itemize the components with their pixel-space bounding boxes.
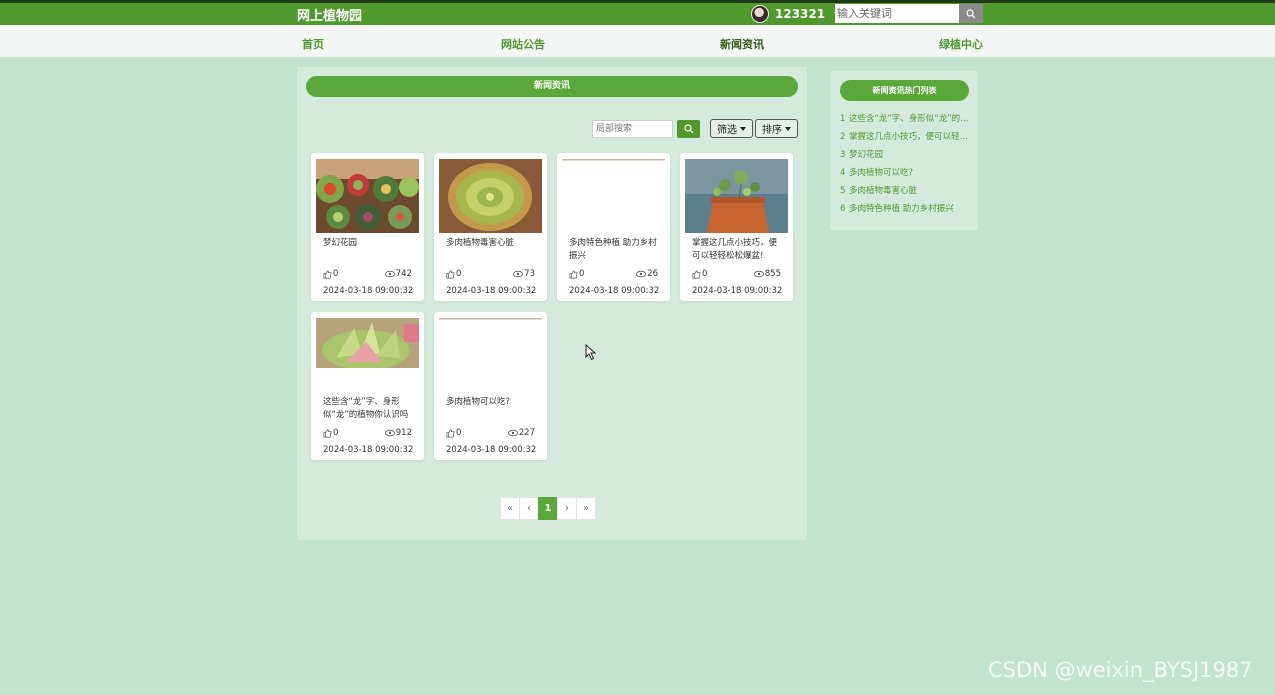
hot-news-item[interactable]: 1这些含“龙”字、身形似“龙”的植物你认识吗 bbox=[840, 113, 972, 131]
news-title[interactable]: 多肉植物可以吃? bbox=[446, 396, 538, 409]
eye-icon bbox=[513, 270, 524, 278]
avatar[interactable] bbox=[751, 5, 769, 23]
last-page-button[interactable]: » bbox=[576, 497, 596, 520]
hot-news-item[interactable]: 5 多肉植物毒害心脏 bbox=[840, 185, 972, 203]
news-date: 2024-03-18 09:00:32 bbox=[446, 445, 537, 455]
thumbs-up-icon bbox=[692, 270, 701, 278]
eye-icon bbox=[636, 270, 647, 278]
news-title[interactable]: 多肉特色种植 助力乡村振兴 bbox=[569, 237, 661, 263]
news-title[interactable]: 多肉植物毒害心脏 bbox=[446, 237, 538, 250]
eye-icon bbox=[507, 429, 518, 437]
view-count: 26 bbox=[636, 269, 658, 279]
news-card[interactable]: 掌握这几点小技巧，便可以轻轻松松爆盆! 0 855 2024-03-18 09:… bbox=[680, 153, 793, 301]
hot-news-list: 1这些含“龙”字、身形似“龙”的植物你认识吗 2掌握这几点小技巧，便可以轻轻松松… bbox=[840, 113, 972, 221]
search-icon bbox=[683, 124, 693, 134]
first-page-button[interactable]: « bbox=[500, 497, 520, 520]
eye-icon bbox=[384, 270, 395, 278]
pagination: « ‹ 1 › » bbox=[500, 497, 596, 520]
prev-page-button[interactable]: ‹ bbox=[519, 497, 539, 520]
mouse-cursor-icon bbox=[585, 344, 597, 361]
view-count: 73 bbox=[513, 269, 535, 279]
chevron-down-icon bbox=[785, 126, 791, 131]
like-count[interactable]: 0 bbox=[446, 269, 461, 279]
page-1-button[interactable]: 1 bbox=[538, 497, 558, 520]
view-count: 742 bbox=[384, 269, 412, 279]
hot-news-sidebar: 新闻资讯热门列表 1这些含“龙”字、身形似“龙”的植物你认识吗 2掌握这几点小技… bbox=[830, 71, 978, 230]
thumbs-up-icon bbox=[446, 270, 455, 278]
hot-news-item[interactable]: 3 梦幻花园 bbox=[840, 149, 972, 167]
eye-icon bbox=[384, 429, 395, 437]
filter-label: 筛选 bbox=[717, 125, 737, 136]
hot-news-item[interactable]: 2掌握这几点小技巧，便可以轻轻松松爆盆! bbox=[840, 131, 972, 149]
news-thumbnail[interactable] bbox=[439, 159, 542, 233]
news-card[interactable]: 多肉植物可以吃? 0 227 2024-03-18 09:00:32 bbox=[434, 312, 547, 460]
news-card[interactable]: 多肉植物毒害心脏 0 73 2024-03-18 09:00:32 bbox=[434, 153, 547, 301]
news-thumbnail[interactable] bbox=[685, 159, 788, 233]
search-button[interactable] bbox=[959, 4, 983, 23]
nav-plants[interactable]: 绿植中心 bbox=[939, 36, 983, 52]
view-count: 855 bbox=[753, 269, 781, 279]
news-title[interactable]: 梦幻花园 bbox=[323, 237, 415, 250]
news-title[interactable]: 掌握这几点小技巧，便可以轻轻松松爆盆! bbox=[692, 237, 784, 263]
sort-dropdown[interactable]: 排序 bbox=[755, 119, 798, 138]
like-count[interactable]: 0 bbox=[323, 428, 338, 438]
like-count[interactable]: 0 bbox=[692, 269, 707, 279]
news-thumbnail[interactable] bbox=[316, 318, 419, 392]
news-thumbnail[interactable] bbox=[562, 159, 665, 233]
sort-label: 排序 bbox=[762, 125, 782, 136]
eye-icon bbox=[753, 270, 764, 278]
news-title[interactable]: 这些含“龙”字、身形似“龙”的植物你认识吗 bbox=[323, 396, 415, 422]
news-thumbnail[interactable] bbox=[316, 159, 419, 233]
hot-news-item[interactable]: 4 多肉植物可以吃? bbox=[840, 167, 972, 185]
user-menu[interactable]: 123321 bbox=[751, 4, 841, 24]
thumbs-up-icon bbox=[323, 429, 332, 437]
section-title: 新闻资讯 bbox=[306, 76, 798, 97]
hot-news-item[interactable]: 6 多肉特色种植 助力乡村振兴 bbox=[840, 203, 972, 221]
news-panel: 新闻资讯 筛选 排序 梦幻花园 0 bbox=[297, 67, 807, 540]
chevron-down-icon bbox=[740, 126, 746, 131]
site-title[interactable]: 网上植物园 bbox=[297, 5, 362, 24]
news-card[interactable]: 梦幻花园 0 742 2024-03-18 09:00:32 bbox=[311, 153, 424, 301]
top-bar: 网上植物园 123321 bbox=[0, 0, 1275, 25]
news-date: 2024-03-18 09:00:32 bbox=[692, 286, 783, 296]
news-date: 2024-03-18 09:00:32 bbox=[323, 445, 414, 455]
next-page-button[interactable]: › bbox=[557, 497, 577, 520]
thumbs-up-icon bbox=[323, 270, 332, 278]
username[interactable]: 123321 bbox=[775, 7, 825, 21]
thumbs-up-icon bbox=[446, 429, 455, 437]
news-date: 2024-03-18 09:00:32 bbox=[323, 286, 414, 296]
news-card[interactable]: 这些含“龙”字、身形似“龙”的植物你认识吗 0 912 2024-03-18 0… bbox=[311, 312, 424, 460]
local-search-input[interactable] bbox=[592, 120, 673, 138]
nav-announcements[interactable]: 网站公告 bbox=[501, 36, 545, 52]
thumbs-up-icon bbox=[569, 270, 578, 278]
local-search-button[interactable] bbox=[677, 120, 700, 138]
like-count[interactable]: 0 bbox=[446, 428, 461, 438]
nav-news[interactable]: 新闻资讯 bbox=[720, 36, 764, 52]
search-icon bbox=[966, 8, 976, 18]
view-count: 227 bbox=[507, 428, 535, 438]
search-input[interactable] bbox=[835, 4, 959, 23]
news-date: 2024-03-18 09:00:32 bbox=[569, 286, 660, 296]
watermark: CSDN @weixin_BYSJ1987 bbox=[988, 658, 1253, 682]
view-count: 912 bbox=[384, 428, 412, 438]
filter-dropdown[interactable]: 筛选 bbox=[710, 119, 753, 138]
like-count[interactable]: 0 bbox=[569, 269, 584, 279]
like-count[interactable]: 0 bbox=[323, 269, 338, 279]
sidebar-title: 新闻资讯热门列表 bbox=[840, 80, 969, 101]
news-thumbnail[interactable] bbox=[439, 318, 542, 392]
news-card[interactable]: 多肉特色种植 助力乡村振兴 0 26 2024-03-18 09:00:32 bbox=[557, 153, 670, 301]
main-nav: 首页 网站公告 新闻资讯 绿植中心 bbox=[0, 25, 1275, 57]
nav-home[interactable]: 首页 bbox=[302, 36, 324, 52]
news-date: 2024-03-18 09:00:32 bbox=[446, 286, 537, 296]
